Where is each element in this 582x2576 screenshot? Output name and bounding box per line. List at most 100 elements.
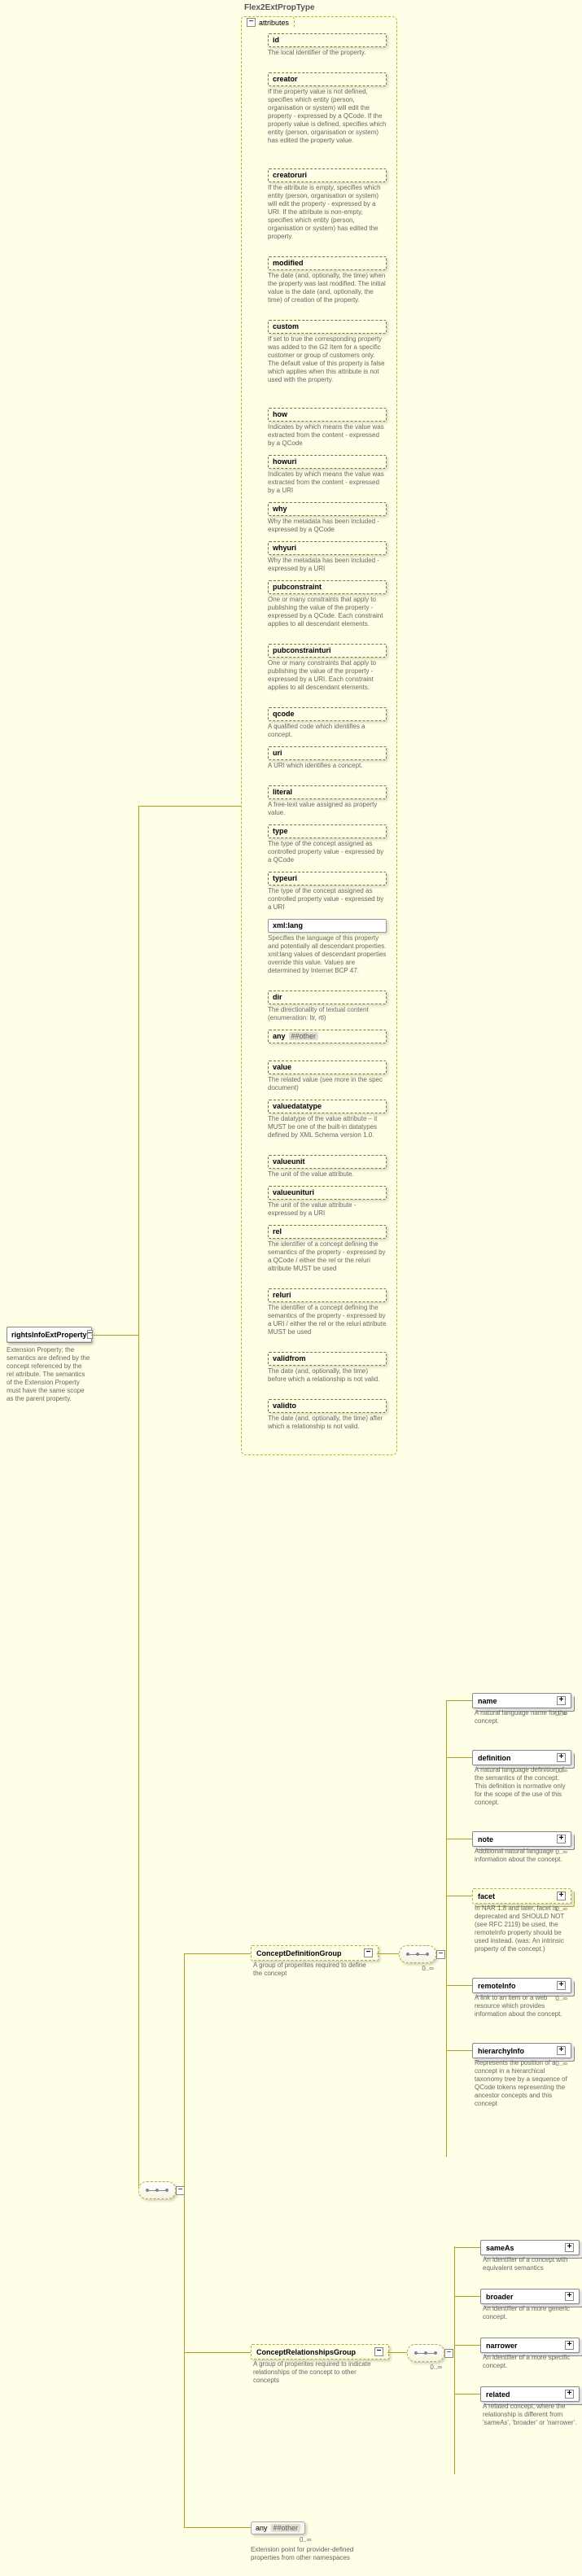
element-desc: A related concept, where the relationshi… <box>481 2401 582 2427</box>
choice-compositor[interactable]: − 0..∞ <box>407 2344 444 2362</box>
attr-whyuri[interactable]: whyuriWhy the metadata has been included… <box>268 541 387 573</box>
attr-pubconstraint[interactable]: pubconstraintOne or many constraints tha… <box>268 580 387 628</box>
attr-typeuri[interactable]: typeuriThe type of the concept assigned … <box>268 872 387 912</box>
expand-icon[interactable]: + <box>557 2046 566 2055</box>
attr-modified[interactable]: modifiedThe date (and, optionally, the t… <box>268 256 387 304</box>
attr-valuedatatype[interactable]: valuedatatypeThe datatype of the value a… <box>268 1100 387 1139</box>
concept-relationships-group[interactable]: ConceptRelationshipsGroup − A group of p… <box>251 2344 389 2360</box>
attr-name: custom <box>268 320 387 334</box>
element-definition[interactable]: definition+0..∞A natural language defini… <box>472 1750 571 1765</box>
attr-id[interactable]: id The local identifier of the property. <box>268 33 387 57</box>
attributes-tab[interactable]: − attributes <box>241 16 295 28</box>
expand-icon[interactable]: + <box>565 2341 574 2350</box>
attr-name: type <box>268 824 387 838</box>
attr-how[interactable]: howIndicates by which means the value wa… <box>268 408 387 448</box>
element-facet[interactable]: facet+0..∞In NAR 1.8 and later, facet is… <box>472 1888 571 1904</box>
connector-line <box>454 2246 455 2474</box>
attr-desc: The date (and, optionally, the time) whe… <box>268 272 387 304</box>
attr-reluri[interactable]: reluriThe identifier of a concept defini… <box>268 1288 387 1336</box>
attr-name: creatoruri <box>268 168 387 182</box>
element-name: note <box>478 1835 493 1843</box>
attr-rel[interactable]: relThe identifier of a concept defining … <box>268 1225 387 1273</box>
attr-validto[interactable]: validtoThe date (and, optionally, the ti… <box>268 1399 387 1431</box>
connector-line <box>377 1953 399 1954</box>
cardinality: 0..∞ <box>300 2536 312 2543</box>
expand-icon[interactable]: − <box>436 1950 445 1959</box>
attr-why[interactable]: whyWhy the metadata has been included - … <box>268 502 387 534</box>
expand-icon[interactable]: − <box>364 1948 373 1957</box>
element-name[interactable]: name+0..∞A natural language name for the… <box>472 1693 571 1708</box>
attr-valueunit[interactable]: valueunitThe unit of the value attribute… <box>268 1155 387 1179</box>
expand-icon[interactable]: + <box>557 1981 566 1990</box>
attr-dir[interactable]: dirThe directionality of textual content… <box>268 991 387 1022</box>
attr-name: valuedatatype <box>268 1100 387 1113</box>
element-related[interactable]: related+A related concept, where the rel… <box>480 2386 580 2402</box>
any-element[interactable]: any##other <box>251 2521 305 2534</box>
expand-icon[interactable]: + <box>557 1892 566 1900</box>
attr-name: pubconstrainturi <box>268 644 387 658</box>
expand-icon[interactable]: + <box>557 1835 566 1843</box>
attr-desc: The directionality of textual content (e… <box>268 1006 387 1022</box>
any-label: any <box>273 1032 286 1040</box>
collapse-icon[interactable]: − <box>247 18 256 27</box>
element-remoteInfo[interactable]: remoteInfo+0..∞A link to an item or a we… <box>472 1978 571 1993</box>
attr-desc: Why the metadata has been included - exp… <box>268 518 387 534</box>
element-note[interactable]: note+0..∞Additional natural language inf… <box>472 1831 571 1847</box>
expand-icon[interactable]: − <box>374 2347 383 2356</box>
root-element[interactable]: rightsInfoExtProperty − <box>7 1327 92 1343</box>
element-broader[interactable]: broader+An identifier of a more generic … <box>480 2289 580 2304</box>
cardinality: 0..∞ <box>422 1965 434 1972</box>
type-header: Flex2ExtPropType <box>244 3 315 12</box>
sequence-compositor[interactable]: − 0..∞ <box>399 1945 436 1963</box>
element-desc: A link to an item or a web resource whic… <box>473 1992 574 2018</box>
attr-type[interactable]: typeThe type of the concept assigned as … <box>268 824 387 864</box>
attr-name: validfrom <box>268 1352 387 1366</box>
attr-desc: The date (and, optionally, the time) bef… <box>268 1367 387 1384</box>
expand-icon[interactable]: − <box>444 2349 453 2358</box>
attr-pubconstrainturi[interactable]: pubconstrainturiOne or many constraints … <box>268 644 387 692</box>
attr-uri[interactable]: uriA URI which identifies a concept. <box>268 746 387 770</box>
attr-name: id <box>268 33 387 47</box>
attr-valueunituri[interactable]: valueunituriThe unit of the value attrib… <box>268 1186 387 1218</box>
sequence-compositor[interactable]: − <box>138 2181 176 2199</box>
attr-any[interactable]: any##other <box>268 1030 387 1043</box>
expand-icon[interactable]: + <box>557 1753 566 1762</box>
expand-icon[interactable]: + <box>565 2243 574 2252</box>
attr-qcode[interactable]: qcode A qualified code which identifies a… <box>268 707 387 739</box>
attr-desc: If set to true the corresponding propert… <box>268 335 387 384</box>
attr-name: how <box>268 408 387 422</box>
attr-custom[interactable]: customIf set to true the corresponding p… <box>268 320 387 384</box>
attr-name: whyuri <box>268 541 387 555</box>
attr-value[interactable]: valueThe related value (see more in the … <box>268 1061 387 1092</box>
element-narrower[interactable]: narrower+An identifier of a more specifi… <box>480 2338 580 2353</box>
element-desc: An identifier of a more generic concept. <box>481 2303 582 2321</box>
attr-desc: The unit of the value attribute - expres… <box>268 1201 387 1218</box>
element-sameAs[interactable]: sameAs+An identifier of a concept with e… <box>480 2240 580 2255</box>
attr-xml:lang[interactable]: xml:langSpecifies the language of this p… <box>268 919 387 975</box>
attr-desc: Indicates by which means the value was e… <box>268 423 387 448</box>
attr-desc: A qualified code which identifies a conc… <box>268 723 387 739</box>
element-name: definition <box>478 1754 511 1762</box>
attr-howuri[interactable]: howuriIndicates by which means the value… <box>268 455 387 495</box>
expand-icon[interactable]: + <box>565 2390 574 2399</box>
expand-icon[interactable]: + <box>557 1696 566 1705</box>
root-element-name: rightsInfoExtProperty <box>11 1331 87 1339</box>
attr-desc: The local identifier of the property. <box>268 49 387 57</box>
attr-creatoruri[interactable]: creatoruriIf the attribute is empty, spe… <box>268 168 387 241</box>
attr-name: value <box>268 1061 387 1074</box>
attributes-group: − attributes id The local identifier of t… <box>241 16 397 1455</box>
connector-line <box>138 806 241 807</box>
attr-name: typeuri <box>268 872 387 886</box>
attr-desc: The date (and, optionally, the time) aft… <box>268 1415 387 1431</box>
attr-name: qcode <box>268 707 387 721</box>
expand-icon[interactable]: + <box>565 2292 574 2301</box>
any-namespace: ##other <box>271 2524 301 2532</box>
attr-literal[interactable]: literalA free-text value assigned as pro… <box>268 785 387 817</box>
element-name: remoteInfo <box>478 1982 516 1990</box>
element-name: narrower <box>486 2342 518 2350</box>
attr-validfrom[interactable]: validfromThe date (and, optionally, the … <box>268 1352 387 1384</box>
attr-creator[interactable]: creatorIf the property value is not defi… <box>268 72 387 145</box>
concept-definition-group[interactable]: ConceptDefinitionGroup − A group of prop… <box>251 1945 379 1961</box>
any-label: any <box>256 2524 268 2532</box>
element-hierarchyInfo[interactable]: hierarchyInfo+0..∞Represents the positio… <box>472 2043 571 2058</box>
